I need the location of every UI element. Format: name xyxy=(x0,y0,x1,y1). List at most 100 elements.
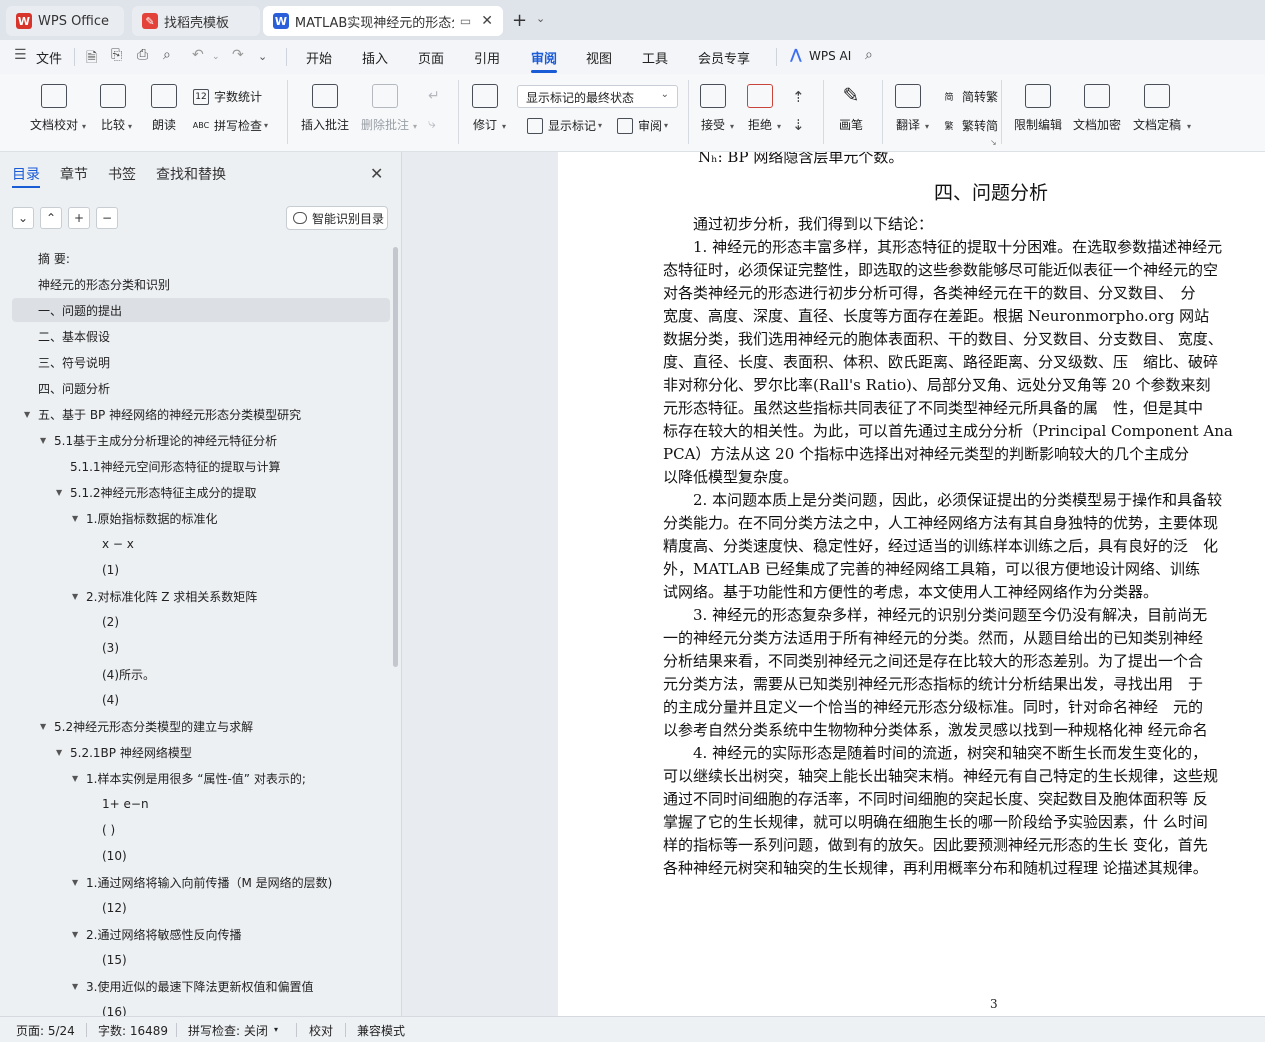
export-icon[interactable]: ⎘ xyxy=(111,47,122,63)
toc-item[interactable]: 四、问题分析 xyxy=(12,376,390,400)
smart-toc-button[interactable]: 智能识别目录 xyxy=(286,206,388,230)
next-change-icon[interactable]: ⇣ xyxy=(792,116,805,134)
close-icon[interactable]: ✕ xyxy=(370,164,383,183)
expand-toggle-icon[interactable]: ▼ xyxy=(40,722,54,731)
doc-finalize-button[interactable]: 文档定稿 xyxy=(1133,84,1181,133)
show-markup-button[interactable]: 显示标记 ▾ xyxy=(527,117,602,134)
expand-toggle-icon[interactable]: ▼ xyxy=(72,878,86,887)
undo-dropdown-icon[interactable]: ⌄ xyxy=(212,52,220,62)
close-tab-icon[interactable]: ✕ xyxy=(481,13,493,29)
add-heading-button[interactable]: + xyxy=(68,207,90,229)
toc-item[interactable]: 神经元的形态分类和识别 xyxy=(12,272,390,296)
delete-comment-button[interactable]: 删除批注 xyxy=(361,84,409,133)
collapse-down-button[interactable]: ⌄ xyxy=(12,207,34,229)
toc-item[interactable]: (15) xyxy=(12,948,390,972)
more-dropdown-icon[interactable]: ⌄ xyxy=(258,50,267,63)
spell-check-button[interactable]: ABC 拼写检查 ▾ xyxy=(193,117,268,134)
toc-item[interactable]: ▼ 5.2.1BP 神经网络模型 xyxy=(12,740,390,764)
read-aloud-button[interactable]: 朗读 xyxy=(151,84,177,133)
toc-item[interactable]: ▼ 5.1基于主成分分析理论的神经元特征分析 xyxy=(12,428,390,452)
tab-chapter[interactable]: 章节 xyxy=(60,164,88,184)
menu-member[interactable]: 会员专享 xyxy=(698,48,750,67)
restrict-edit-button[interactable]: 限制编辑 xyxy=(1014,84,1062,133)
toc-item[interactable]: 摘 要: xyxy=(12,246,390,270)
expand-toggle-icon[interactable]: ▼ xyxy=(72,592,86,601)
accept-button[interactable]: 接受 xyxy=(700,84,726,133)
spell-check-status[interactable]: 拼写检查: 关闭 xyxy=(188,1022,268,1039)
print-icon[interactable]: ⎙ xyxy=(137,47,148,63)
expand-toggle-icon[interactable]: ▼ xyxy=(24,410,38,419)
toc-item[interactable]: 三、符号说明 xyxy=(12,350,390,374)
menu-start[interactable]: 开始 xyxy=(306,48,332,67)
menu-insert[interactable]: 插入 xyxy=(362,48,388,67)
file-menu[interactable]: 文件 xyxy=(36,48,62,67)
tab-wps-office[interactable]: W WPS Office xyxy=(6,6,124,36)
toc-item[interactable]: x − x xyxy=(12,532,390,556)
expand-group-icon[interactable]: ↘ xyxy=(990,138,997,147)
toc-item[interactable]: 一、问题的提出 xyxy=(12,298,390,322)
menu-review[interactable]: 审阅 xyxy=(531,48,557,67)
toc-item[interactable]: ▼ 2.通过网络将敏感性反向传播 xyxy=(12,922,390,946)
toc-item[interactable]: (4) xyxy=(12,688,390,712)
toc-item[interactable]: (4)所示。 xyxy=(12,662,390,686)
collapse-up-button[interactable]: ⌃ xyxy=(40,207,62,229)
toc-item[interactable]: ▼ 1.原始指标数据的标准化 xyxy=(12,506,390,530)
toc-item[interactable]: ▼ 5.1.2神经元形态特征主成分的提取 xyxy=(12,480,390,504)
print-preview-icon[interactable]: ⌕ xyxy=(163,47,171,63)
prev-change-icon[interactable]: ⇡ xyxy=(792,88,805,106)
menu-view[interactable]: 视图 xyxy=(586,48,612,67)
toc-item[interactable]: ▼ 3.使用近似的最速下降法更新权值和偏置值 xyxy=(12,974,390,998)
toc-item[interactable]: 5.1.1神经元空间形态特征的提取与计算 xyxy=(12,454,390,478)
expand-toggle-icon[interactable]: ▼ xyxy=(72,774,86,783)
doc-encrypt-button[interactable]: 文档加密 xyxy=(1073,84,1121,133)
toc-item[interactable]: (12) xyxy=(12,896,390,920)
toc-item[interactable]: (3) xyxy=(12,636,390,660)
tab-toc[interactable]: 目录 xyxy=(12,164,40,184)
compare-button[interactable]: 比较 xyxy=(100,84,126,133)
proofread-status[interactable]: 校对 xyxy=(309,1022,333,1039)
menu-reference[interactable]: 引用 xyxy=(474,48,500,67)
insert-comment-button[interactable]: 插入批注 xyxy=(301,84,349,133)
review-pane-button[interactable]: 审阅 ▾ xyxy=(617,117,668,134)
next-comment-icon[interactable]: ⤷ xyxy=(428,116,436,132)
search-icon[interactable]: ⌕ xyxy=(865,47,873,63)
pen-button[interactable]: ✎ 画笔 xyxy=(838,84,864,133)
menu-page[interactable]: 页面 xyxy=(418,48,444,67)
doc-check-button[interactable]: 文档校对 xyxy=(30,84,78,133)
toc-item[interactable]: 二、基本假设 xyxy=(12,324,390,348)
toc-item[interactable]: ( ) xyxy=(12,818,390,842)
document-page[interactable]: Nₕ: BP 网络隐含层单元个数。 四、问题分析 通过初步分析，我们得到以下结论… xyxy=(558,152,1265,1016)
to-traditional-button[interactable]: 简 简转繁 xyxy=(941,88,998,105)
reject-button[interactable]: 拒绝 xyxy=(747,84,773,133)
tab-find-replace[interactable]: 查找和替换 xyxy=(156,164,226,184)
menu-tools[interactable]: 工具 xyxy=(642,48,668,67)
translate-button[interactable]: 翻译 xyxy=(895,84,921,133)
toc-item[interactable]: (10) xyxy=(12,844,390,868)
expand-toggle-icon[interactable]: ▼ xyxy=(72,514,86,523)
markup-state-dropdown[interactable]: 显示标记的最终状态 ⌄ xyxy=(517,85,678,108)
new-tab-icon[interactable]: + xyxy=(512,10,527,31)
expand-toggle-icon[interactable]: ▼ xyxy=(72,982,86,991)
toc-item[interactable]: 1+ e−n xyxy=(12,792,390,816)
expand-toggle-icon[interactable]: ▼ xyxy=(56,488,70,497)
chevron-down-icon[interactable]: ▾ xyxy=(274,1025,278,1034)
toc-item[interactable]: ▼ 1.通过网络将输入向前传播（M 是网络的层数) xyxy=(12,870,390,894)
monitor-icon[interactable]: ▭ xyxy=(460,14,471,28)
expand-toggle-icon[interactable]: ▼ xyxy=(40,436,54,445)
undo-icon[interactable]: ↶ xyxy=(192,47,204,63)
toc-item[interactable]: ▼ 1.样本实例是用很多 “属性-值” 对表示的; xyxy=(12,766,390,790)
expand-toggle-icon[interactable]: ▼ xyxy=(56,748,70,757)
expand-toggle-icon[interactable]: ▼ xyxy=(72,930,86,939)
toc-scrollbar[interactable] xyxy=(393,247,398,667)
word-count-indicator[interactable]: 字数: 16489 xyxy=(98,1022,168,1039)
toc-item[interactable]: (1) xyxy=(12,558,390,582)
prev-comment-icon[interactable]: ↵ xyxy=(428,88,440,104)
remove-heading-button[interactable]: − xyxy=(96,207,118,229)
tab-template[interactable]: ✎ 找稻壳模板 xyxy=(132,6,260,36)
toc-item[interactable]: ▼ 五、基于 BP 神经网络的神经元形态分类模型研究 xyxy=(12,402,390,426)
save-icon[interactable]: 🗎 xyxy=(86,47,97,71)
hamburger-icon[interactable]: ☰ xyxy=(14,47,27,63)
wps-ai-button[interactable]: WPS AI xyxy=(809,49,851,63)
tab-document[interactable]: W MATLAB实现神经元的形态分类 ▭ ✕ xyxy=(263,6,503,36)
toc-item[interactable]: ▼ 2.对标准化阵 Z 求相关系数矩阵 xyxy=(12,584,390,608)
